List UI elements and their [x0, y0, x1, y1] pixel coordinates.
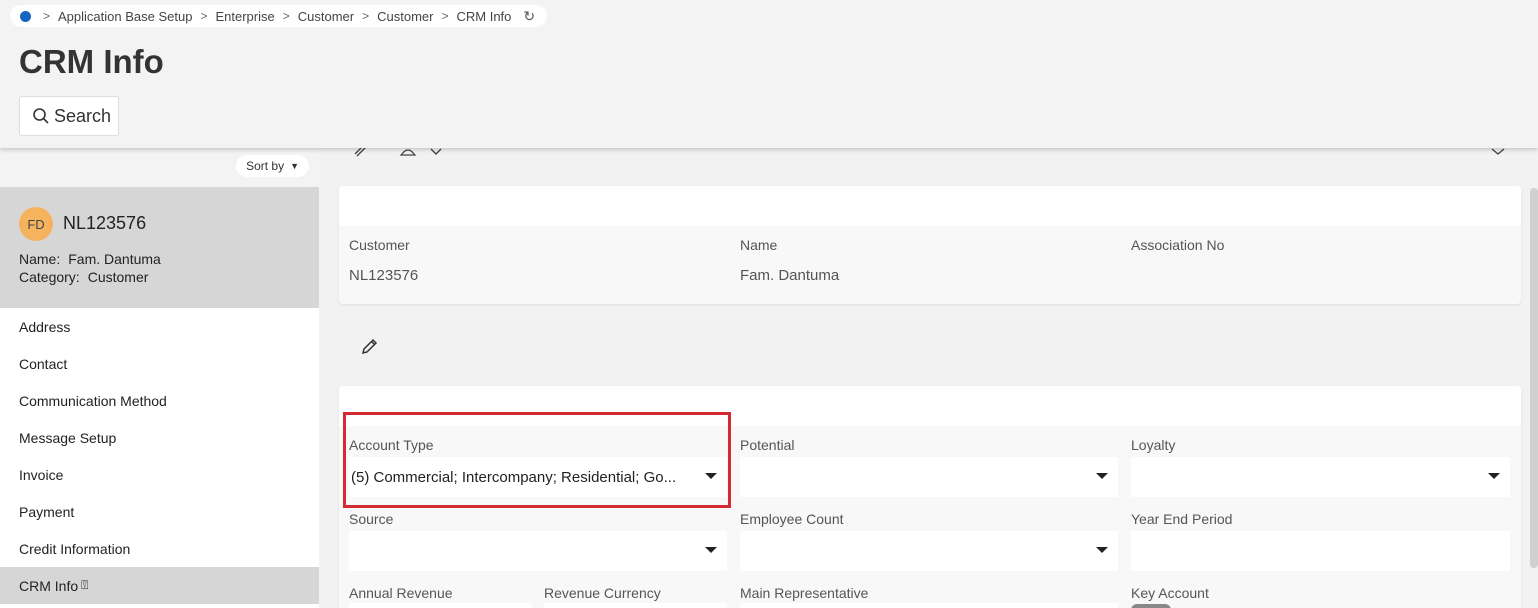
search-icon [33, 108, 49, 124]
main-content: Customer NL123576 Name Fam. Dantuma Asso… [319, 148, 1538, 608]
avatar: FD [19, 207, 53, 241]
chevron-right-icon: > [43, 9, 51, 23]
record-card[interactable]: FD NL123576 Name: Fam. Dantuma Category: C… [0, 187, 319, 308]
sort-row: Sort by ▼ [0, 148, 319, 187]
revenue-currency-label: Revenue Currency [544, 585, 661, 601]
chevron-right-icon: > [200, 9, 208, 23]
sort-label: Sort by [246, 159, 285, 173]
nav-item-payment[interactable]: Payment [0, 493, 319, 530]
nav-item-contact[interactable]: Contact [0, 345, 319, 382]
caret-down-icon [705, 473, 717, 479]
year-end-period-label: Year End Period [1131, 511, 1233, 527]
nav-item-communication-method[interactable]: Communication Method [0, 382, 319, 419]
record-navigator: Sort by ▼ FD NL123576 Name: Fam. Dantuma … [0, 148, 319, 608]
search-button[interactable]: Search [19, 96, 119, 136]
crm-info-card: Account Type (5) Commercial; Intercompan… [339, 386, 1521, 608]
breadcrumb-item[interactable]: Customer [298, 9, 354, 24]
caret-down-icon: ▼ [290, 161, 299, 171]
record-category-value: Customer [87, 269, 149, 285]
chevron-down-icon [430, 148, 442, 155]
card-header [339, 186, 1521, 226]
account-type-select[interactable]: (5) Commercial; Intercompany; Residentia… [349, 457, 727, 497]
edit-icon[interactable] [360, 336, 380, 356]
search-label: Search [54, 105, 112, 126]
caret-down-icon [1096, 473, 1108, 479]
nav-item-label: CRM Info [19, 577, 79, 594]
toolbar-icons [354, 148, 1505, 157]
loyalty-label: Loyalty [1131, 437, 1176, 453]
caret-down-icon [1488, 473, 1500, 479]
breadcrumb: > Application Base Setup > Enterprise > … [10, 5, 548, 27]
customer-value: NL123576 [349, 267, 419, 284]
bell-icon [399, 149, 417, 156]
record-name-label: Name: [19, 251, 61, 267]
nav-item-message-setup[interactable]: Message Setup [0, 419, 319, 456]
potential-label: Potential [740, 437, 795, 453]
attachment-icon [354, 148, 366, 157]
year-end-period-input[interactable] [1131, 531, 1510, 571]
name-field: Name Fam. Dantuma [740, 237, 839, 284]
breadcrumb-item[interactable]: Enterprise [215, 9, 274, 24]
page-header: > Application Base Setup > Enterprise > … [0, 0, 1538, 148]
customer-label: Customer [349, 237, 410, 253]
account-type-label: Account Type [349, 437, 434, 453]
pin-icon[interactable]: ⍔ [81, 578, 88, 593]
annual-revenue-input[interactable] [349, 603, 532, 608]
year-end-label-wrap: Year End Period [1131, 511, 1232, 527]
name-value: Fam. Dantuma [740, 267, 840, 284]
annual-revenue-label: Annual Revenue [349, 585, 453, 601]
breadcrumb-item-current: CRM Info [456, 8, 512, 24]
revenue-currency-label-wrap: Revenue Currency [544, 585, 661, 601]
revenue-currency-select[interactable] [544, 603, 727, 608]
association-no-field: Association No [1131, 237, 1224, 267]
main-representative-label: Main Representative [740, 585, 869, 601]
key-account-label: Key Account [1131, 585, 1209, 601]
record-category-line: Category: Customer [19, 269, 148, 285]
chevron-right-icon: > [362, 9, 370, 23]
source-label-wrap: Source [349, 511, 393, 527]
caret-down-icon [1096, 547, 1108, 553]
employee-count-label-wrap: Employee Count [740, 511, 844, 527]
sort-by-button[interactable]: Sort by ▼ [236, 155, 309, 177]
customer-field: Customer NL123576 [349, 237, 418, 284]
nav-item-credit-information[interactable]: Credit Information [0, 530, 319, 567]
account-type-value: (5) Commercial; Intercompany; Residentia… [351, 468, 677, 486]
potential-select[interactable] [740, 457, 1118, 497]
association-no-label: Association No [1131, 237, 1225, 253]
record-name-value: Fam. Dantuma [68, 251, 161, 267]
record-category-label: Category: [19, 269, 80, 285]
key-account-toggle[interactable] [1131, 604, 1171, 608]
card-header [339, 386, 1521, 426]
potential-label-wrap: Potential [740, 437, 794, 453]
chevron-right-icon: > [441, 9, 449, 23]
home-icon[interactable] [20, 10, 31, 22]
customer-header-card: Customer NL123576 Name Fam. Dantuma Asso… [339, 186, 1521, 304]
breadcrumb-item[interactable]: Customer [377, 9, 433, 24]
annual-revenue-label-wrap: Annual Revenue [349, 585, 453, 601]
main-representative-input[interactable] [740, 603, 1118, 608]
scrollbar[interactable] [1530, 188, 1538, 568]
source-label: Source [349, 511, 394, 527]
record-name-line: Name: Fam. Dantuma [19, 251, 161, 267]
chevron-down-icon [1491, 148, 1505, 155]
nav-item-invoice[interactable]: Invoice [0, 456, 319, 493]
page-title: CRM Info [19, 43, 164, 80]
loyalty-select[interactable] [1131, 457, 1510, 497]
nav-item-crm-info[interactable]: CRM Info ⍔ [0, 567, 319, 604]
key-account-label-wrap: Key Account [1131, 585, 1209, 601]
refresh-icon[interactable]: ↻ [523, 8, 535, 25]
employee-count-select[interactable] [740, 531, 1118, 571]
breadcrumb-item[interactable]: Application Base Setup [58, 9, 192, 24]
caret-down-icon [705, 547, 717, 553]
main-representative-label-wrap: Main Representative [740, 585, 868, 601]
nav-item-address[interactable]: Address [0, 308, 319, 345]
employee-count-label: Employee Count [740, 511, 844, 527]
loyalty-label-wrap: Loyalty [1131, 437, 1175, 453]
chevron-right-icon: > [282, 9, 290, 23]
account-type-label-wrap: Account Type [349, 437, 434, 453]
name-label: Name [740, 237, 778, 253]
record-id: NL123576 [63, 213, 147, 233]
source-select[interactable] [349, 531, 727, 571]
